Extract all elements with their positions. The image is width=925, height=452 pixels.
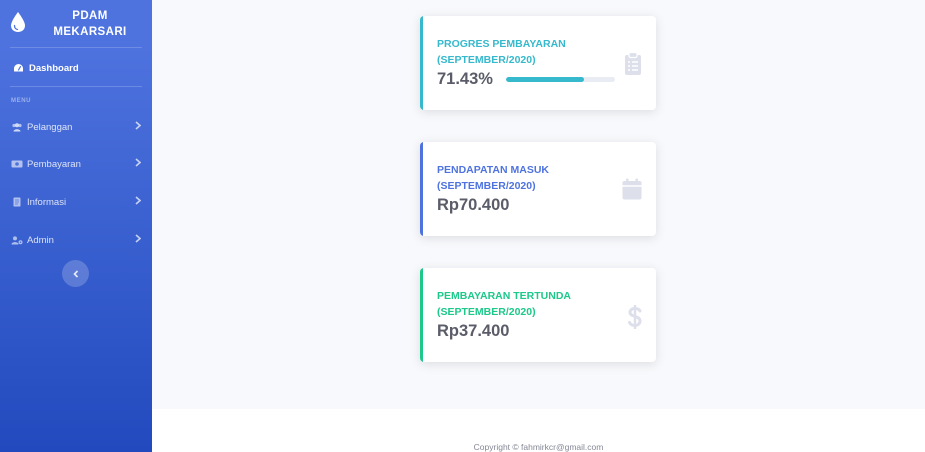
sidebar: PDAM MEKARSARI Dashboard MENU Pelanggan … <box>0 0 152 452</box>
chevron-left-icon <box>72 269 78 278</box>
card-accent <box>420 142 423 236</box>
sidebar-item-label: Dashboard <box>29 62 79 74</box>
sidebar-item-label: Pelanggan <box>27 121 73 133</box>
pending-card: PEMBAYARAN TERTUNDA (SEPTEMBER/2020) Rp3… <box>420 268 656 362</box>
calendar-icon <box>622 178 642 200</box>
chevron-right-icon <box>135 234 141 243</box>
users-icon <box>11 122 23 132</box>
card-label: PENDAPATAN MASUK (SEPTEMBER/2020) <box>437 164 549 192</box>
sidebar-item-informasi[interactable]: Informasi <box>11 195 141 209</box>
sidebar-toggle-button[interactable] <box>62 260 89 287</box>
footer: Copyright © fahmirkcr@gmail.com <box>152 409 925 452</box>
sidebar-brand[interactable]: PDAM MEKARSARI <box>0 0 152 46</box>
copyright-text: Copyright © fahmirkcr@gmail.com <box>473 442 604 452</box>
dollar-sign-icon <box>628 305 642 329</box>
clipboard-list-icon <box>625 52 641 75</box>
card-accent <box>420 268 423 362</box>
sidebar-item-label: Pembayaran <box>27 158 81 170</box>
card-accent <box>420 16 423 110</box>
sidebar-divider <box>10 47 142 48</box>
chevron-right-icon <box>135 158 141 167</box>
sidebar-divider <box>10 86 142 87</box>
tachometer-icon <box>14 64 23 72</box>
card-value: Rp37.400 <box>437 322 510 340</box>
sidebar-item-pelanggan[interactable]: Pelanggan <box>11 120 141 134</box>
water-drop-icon <box>11 12 25 32</box>
card-label: PEMBAYARAN TERTUNDA (SEPTEMBER/2020) <box>437 290 571 318</box>
sidebar-item-label: Informasi <box>27 196 67 208</box>
sidebar-item-dashboard[interactable]: Dashboard <box>13 61 79 75</box>
card-value: 71.43% <box>437 70 493 88</box>
income-card: PENDAPATAN MASUK (SEPTEMBER/2020) Rp70.4… <box>420 142 656 236</box>
sidebar-item-label: Admin <box>27 234 54 246</box>
card-value: Rp70.400 <box>437 196 510 214</box>
brand-name: PDAM MEKARSARI <box>53 10 127 38</box>
progress-fill <box>506 77 584 82</box>
money-bill-icon <box>11 159 23 169</box>
sidebar-item-admin[interactable]: Admin <box>11 233 141 247</box>
sidebar-heading: MENU <box>11 98 32 104</box>
file-icon <box>11 197 23 207</box>
chevron-right-icon <box>135 196 141 205</box>
user-cog-icon <box>11 235 23 245</box>
progress-card: PROGRES PEMBAYARAN (SEPTEMBER/2020) 71.4… <box>420 16 656 110</box>
progress-bar <box>506 77 615 82</box>
sidebar-item-pembayaran[interactable]: Pembayaran <box>11 157 141 171</box>
card-label: PROGRES PEMBAYARAN (SEPTEMBER/2020) <box>437 38 566 66</box>
chevron-right-icon <box>135 121 141 130</box>
